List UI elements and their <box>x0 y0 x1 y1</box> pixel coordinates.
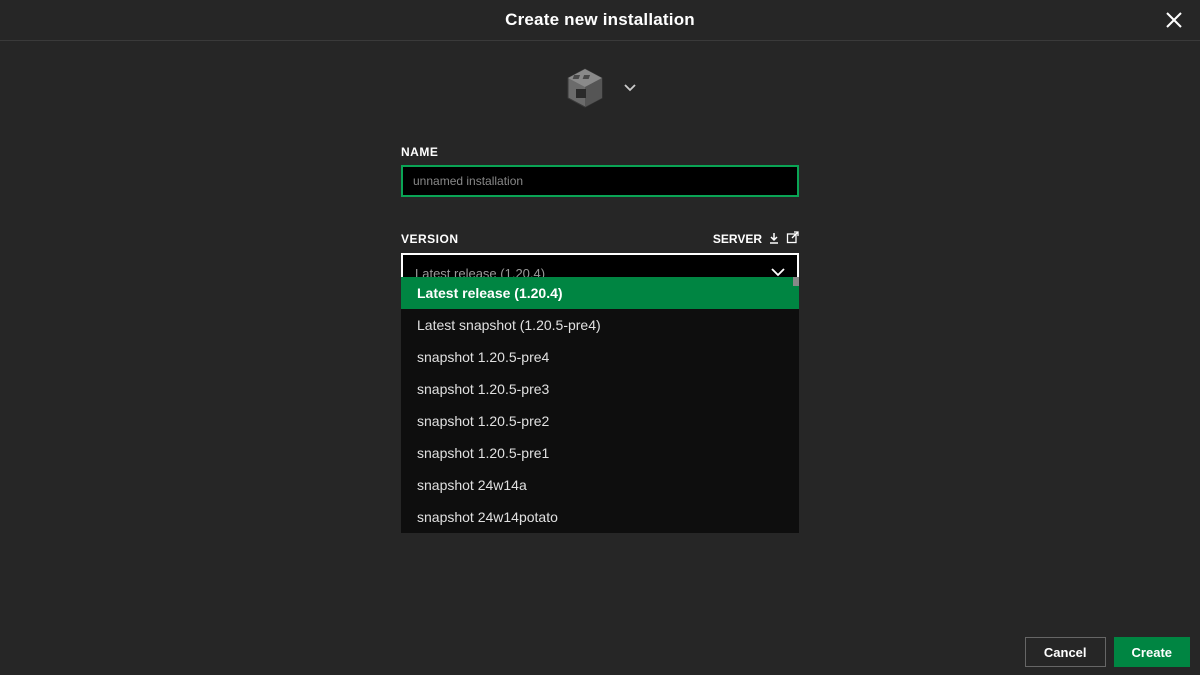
chevron-down-icon <box>624 79 636 97</box>
version-option[interactable]: Latest snapshot (1.20.5-pre4) <box>401 309 799 341</box>
create-button[interactable]: Create <box>1114 637 1190 667</box>
dialog-content: NAME VERSION SERVER <box>0 41 1200 293</box>
version-label: VERSION <box>401 232 459 246</box>
external-link-icon[interactable] <box>786 231 799 247</box>
version-dropdown: Latest release (1.20.4) Latest snapshot … <box>401 277 799 533</box>
version-option[interactable]: snapshot 24w14potato <box>401 501 799 533</box>
version-option[interactable]: Latest release (1.20.4) <box>401 277 799 309</box>
version-option[interactable]: snapshot 1.20.5-pre4 <box>401 341 799 373</box>
dialog-footer: Cancel Create <box>1025 637 1190 675</box>
installation-icon-selector[interactable] <box>564 67 636 109</box>
name-label-row: NAME <box>401 145 799 159</box>
furnace-icon <box>564 67 606 109</box>
version-label-row: VERSION SERVER <box>401 231 799 247</box>
name-label: NAME <box>401 145 438 159</box>
version-option[interactable]: snapshot 1.20.5-pre1 <box>401 437 799 469</box>
installation-form: NAME VERSION SERVER <box>401 145 799 293</box>
scrollbar[interactable] <box>793 277 799 286</box>
version-option[interactable]: snapshot 1.20.5-pre3 <box>401 373 799 405</box>
download-icon[interactable] <box>768 232 780 247</box>
name-input[interactable] <box>401 165 799 197</box>
dialog-title: Create new installation <box>505 10 695 30</box>
dialog-header: Create new installation <box>0 0 1200 41</box>
server-label: SERVER <box>713 232 762 246</box>
server-links: SERVER <box>713 231 799 247</box>
version-option[interactable]: snapshot 1.20.5-pre2 <box>401 405 799 437</box>
close-button[interactable] <box>1162 8 1186 32</box>
cancel-button[interactable]: Cancel <box>1025 637 1106 667</box>
version-section: VERSION SERVER <box>401 231 799 293</box>
version-option[interactable]: snapshot 24w14a <box>401 469 799 501</box>
close-icon <box>1165 11 1183 29</box>
